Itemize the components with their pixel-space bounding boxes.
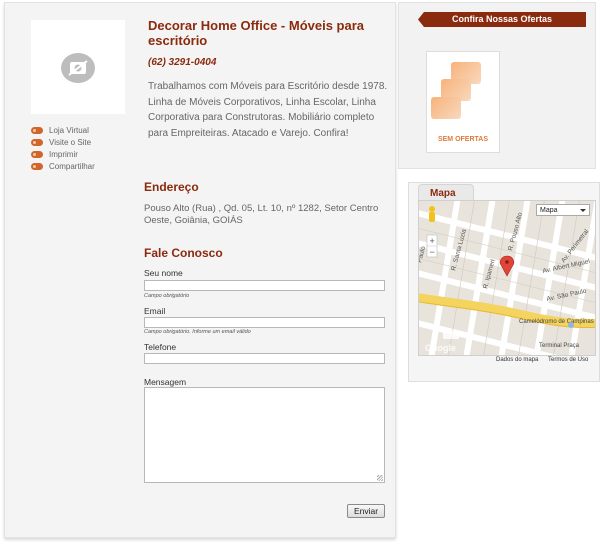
company-name: Decorar Home Office - Móveis para escrit…: [148, 18, 365, 48]
email-label: Email: [144, 306, 166, 316]
no-image-icon: [61, 53, 95, 83]
company-photo-placeholder: [31, 20, 125, 114]
place-marker-icon: [568, 322, 574, 328]
zoom-in-icon[interactable]: +: [430, 236, 435, 246]
side-link-visite-site[interactable]: Visite o Site: [31, 136, 95, 148]
name-label: Seu nome: [144, 268, 183, 278]
map-canvas[interactable]: R. Pouso Alto R. Santa Luzia R. Ipameri …: [418, 200, 596, 356]
pegman-icon[interactable]: [429, 206, 435, 222]
bullet-icon: [31, 162, 43, 170]
send-button[interactable]: Enviar: [347, 504, 385, 518]
chevron-down-icon: [580, 209, 586, 212]
map-data-link[interactable]: Dados do mapa: [496, 357, 538, 363]
bullet-icon: [31, 138, 43, 146]
zoom-out-icon[interactable]: −: [430, 247, 435, 257]
bullet-icon: [31, 150, 43, 158]
offers-ribbon[interactable]: Confira Nossas Ofertas: [418, 12, 586, 27]
company-phone: (62) 3291-0404: [148, 57, 217, 68]
place-marker-icon: [443, 331, 459, 339]
phone-label: Telefone: [144, 342, 177, 352]
map-tab[interactable]: Mapa: [418, 184, 474, 201]
side-links: Loja Virtual Visite o Site Imprimir Comp…: [31, 124, 95, 172]
google-logo: Google: [425, 343, 456, 353]
map-footer: Dados do mapa Termos de Uso: [418, 356, 596, 366]
no-offers-box: SEM OFERTAS: [426, 51, 500, 153]
place-label: Terminal Praça: [539, 343, 580, 349]
message-label: Mensagem: [144, 377, 187, 387]
side-link-imprimir[interactable]: Imprimir: [31, 148, 95, 160]
map-graphic: R. Pouso Alto R. Santa Luzia R. Ipameri …: [419, 201, 595, 355]
phone-input[interactable]: [144, 353, 385, 364]
email-hint: Campo obrigatório. Informe um email váli…: [144, 329, 251, 335]
contact-title: Fale Conosco: [144, 246, 223, 260]
side-link-compartilhar[interactable]: Compartilhar: [31, 160, 95, 172]
resize-grip-icon[interactable]: [377, 475, 383, 481]
map-terms-link[interactable]: Termos de Uso: [548, 357, 588, 363]
zoom-control[interactable]: + −: [426, 234, 438, 258]
name-hint: Campo obrigatório: [144, 293, 190, 299]
offer-card-icon: [431, 97, 461, 119]
bullet-icon: [31, 126, 43, 134]
message-textarea[interactable]: [144, 387, 385, 483]
email-input[interactable]: [144, 317, 385, 328]
no-offers-label: SEM OFERTAS: [437, 136, 489, 143]
address-text: Pouso Alto (Rua) , Qd. 05, Lt. 10, nº 12…: [144, 203, 379, 226]
map-type-select[interactable]: Mapa: [536, 204, 590, 216]
place-label: Camelódromo de Campinas: [519, 319, 594, 325]
company-description: Trabalhamos com Móveis para Escritório d…: [148, 81, 388, 139]
page: Loja Virtual Visite o Site Imprimir Comp…: [0, 0, 600, 546]
name-input[interactable]: [144, 280, 385, 291]
address-title: Endereço: [144, 180, 199, 194]
side-link-loja-virtual[interactable]: Loja Virtual: [31, 124, 95, 136]
